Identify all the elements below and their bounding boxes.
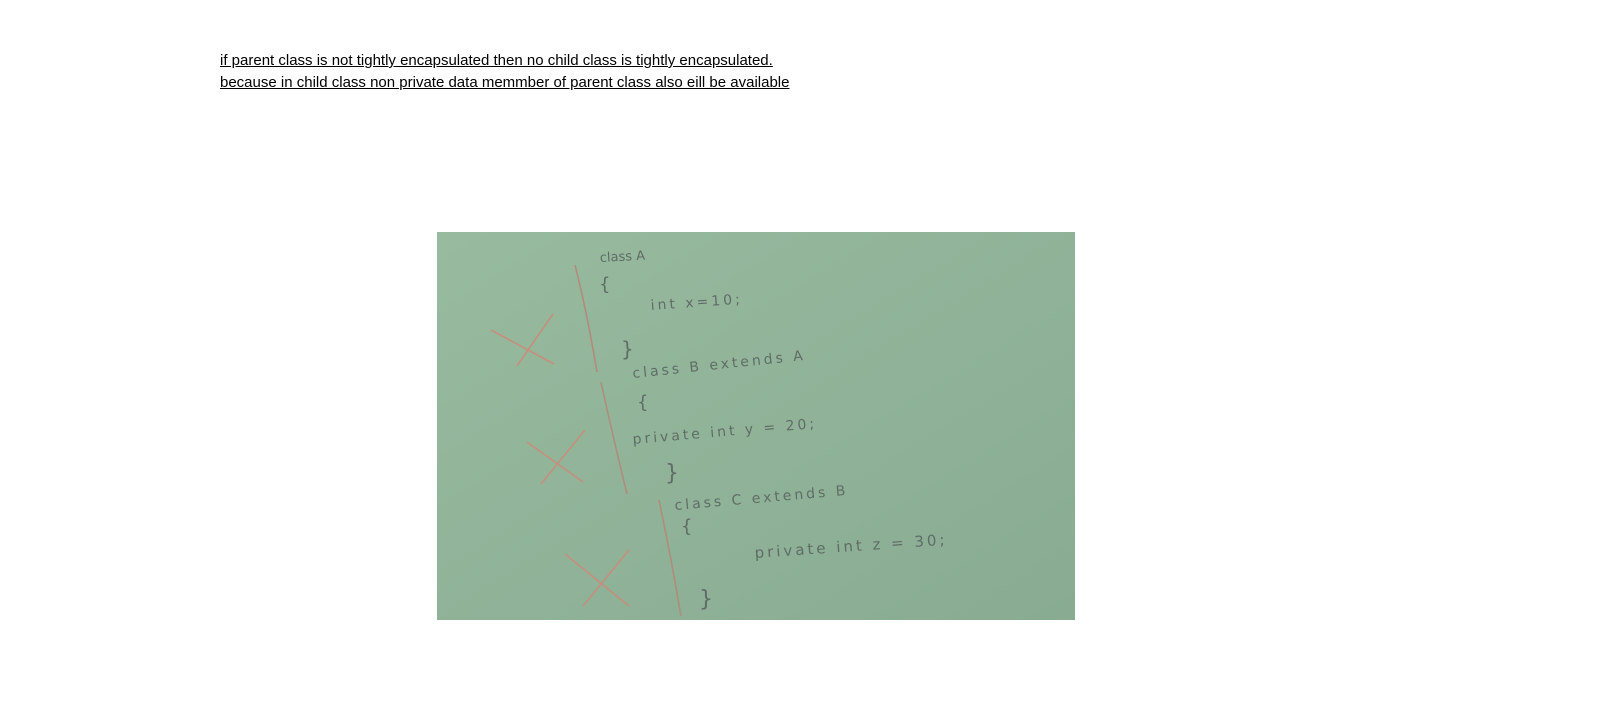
close-brace-c: } xyxy=(699,587,713,612)
close-brace-b: } xyxy=(665,461,679,486)
notes-text: if parent class is not tightly encapsula… xyxy=(220,50,789,94)
note-line-1: if parent class is not tightly encapsula… xyxy=(220,52,773,69)
close-brace-a: } xyxy=(621,337,634,361)
class-header-a: class A xyxy=(599,249,645,266)
open-brace-a: { xyxy=(599,274,610,295)
note-line-2: because in child class non private data … xyxy=(220,74,790,91)
whiteboard-drawing: class A { int x=10; } class B extends A … xyxy=(437,232,1075,620)
open-brace-b: { xyxy=(637,392,648,413)
document-page: if parent class is not tightly encapsula… xyxy=(0,0,1600,713)
whiteboard-photo: class A { int x=10; } class B extends A … xyxy=(437,232,1075,620)
open-brace-c: { xyxy=(681,516,692,537)
